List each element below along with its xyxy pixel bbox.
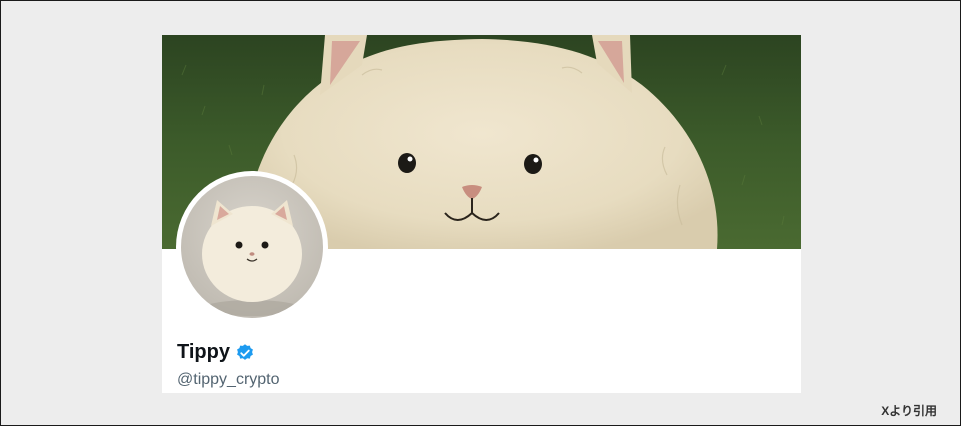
source-credit: Xより引用 (881, 404, 937, 418)
verified-check-badge-icon (235, 343, 255, 363)
profile-handle[interactable]: @tippy_crypto (177, 371, 280, 389)
display-name[interactable]: Tippy (177, 341, 230, 364)
profile-card: Tippy @tippy_crypto (162, 35, 801, 393)
screenshot-frame: Tippy @tippy_crypto Xより引用 (0, 0, 961, 426)
avatar[interactable] (176, 171, 328, 323)
avatar-image (181, 176, 323, 318)
name-row: Tippy (177, 341, 255, 364)
